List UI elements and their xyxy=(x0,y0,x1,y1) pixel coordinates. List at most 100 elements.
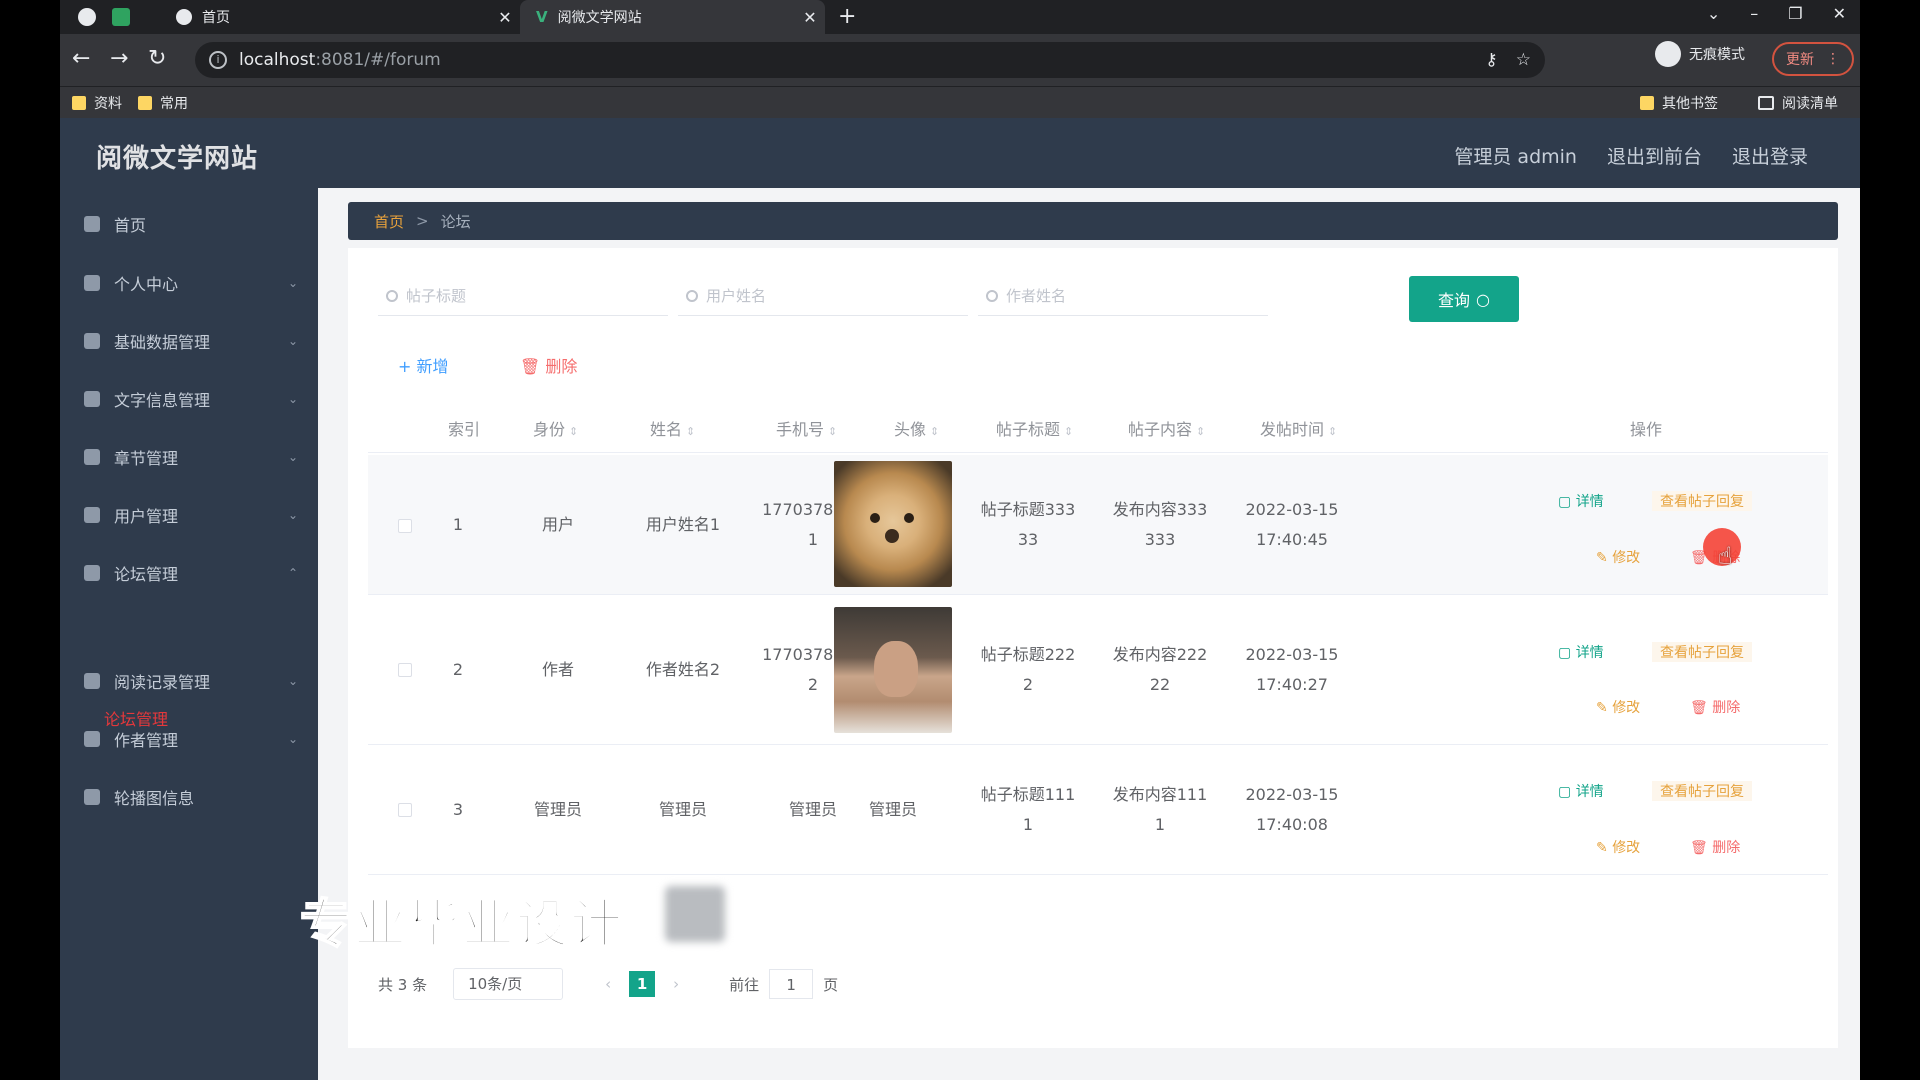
sidebar-item-basic-data[interactable]: 基础数据管理 ⌄ xyxy=(60,316,318,366)
edit-button[interactable]: ✎ 修改 xyxy=(1596,697,1640,717)
col-post-time[interactable]: 发帖时间 ⇕ xyxy=(1260,416,1337,440)
sidebar-item-carousel[interactable]: 轮播图信息 xyxy=(60,772,318,822)
cell-name: 作者姓名2 xyxy=(645,660,721,679)
bookmark-folder[interactable]: 其他书签 xyxy=(1640,93,1718,113)
sidebar-item-personal[interactable]: 个人中心 ⌄ xyxy=(60,258,318,308)
col-post-title[interactable]: 帖子标题 ⇕ xyxy=(996,416,1073,440)
detail-button[interactable]: ▢ 详情 xyxy=(1558,491,1604,511)
sidebar-item-label: 轮播图信息 xyxy=(114,789,195,808)
view-replies-button[interactable]: 查看帖子回复 xyxy=(1652,642,1752,662)
close-icon[interactable]: ✕ xyxy=(490,8,520,27)
add-button[interactable]: + 新增 xyxy=(398,353,449,377)
cell-index: 1 xyxy=(452,515,464,534)
placeholder: 作者姓名 xyxy=(1006,287,1067,305)
page-size-select[interactable]: 10条/页 xyxy=(453,968,564,1000)
sort-icon: ⇕ xyxy=(686,425,696,438)
breadcrumb-home[interactable]: 首页 xyxy=(374,211,404,232)
extension-icon[interactable] xyxy=(112,8,130,26)
reload-icon[interactable]: ↻ xyxy=(148,46,166,71)
row-checkbox[interactable] xyxy=(398,519,412,533)
update-button[interactable]: 更新 ⋮ xyxy=(1772,42,1854,76)
prev-page-icon[interactable]: ‹ xyxy=(595,971,621,997)
key-icon[interactable]: ⚷ xyxy=(1485,50,1497,70)
col-role[interactable]: 身份 ⇕ xyxy=(533,416,578,440)
author-icon xyxy=(84,731,100,747)
folder-icon xyxy=(72,96,86,110)
col-phone[interactable]: 手机号 ⇕ xyxy=(776,416,837,440)
col-label: 帖子标题 xyxy=(996,420,1061,439)
sidebar-item-author[interactable]: 作者管理 ⌄ xyxy=(60,714,318,764)
back-to-front-link[interactable]: 退出到前台 xyxy=(1607,142,1702,169)
cell-time: 17:40:08 xyxy=(1256,815,1328,834)
detail-button[interactable]: ▢ 详情 xyxy=(1558,642,1604,662)
row-checkbox[interactable] xyxy=(398,803,412,817)
chevron-down-icon: ⌄ xyxy=(288,674,299,688)
tab-search-icon[interactable]: ⌄ xyxy=(1707,4,1720,23)
avatar-image[interactable] xyxy=(834,607,952,733)
op-label: 修改 xyxy=(1612,550,1641,566)
col-label: 手机号 xyxy=(776,420,825,439)
author-name-search[interactable]: 作者姓名 xyxy=(978,276,1268,316)
col-post-content[interactable]: 帖子内容 ⇕ xyxy=(1128,416,1205,440)
new-tab-icon[interactable]: + xyxy=(838,4,856,29)
query-button[interactable]: 查询 ○ xyxy=(1409,276,1519,322)
sidebar-item-label: 阅读记录管理 xyxy=(114,673,211,692)
edit-button[interactable]: ✎ 修改 xyxy=(1596,837,1640,857)
page-number[interactable]: 1 xyxy=(629,971,656,997)
cell-role: 管理员 xyxy=(533,800,582,819)
reading-list[interactable]: 阅读清单 xyxy=(1758,93,1838,113)
url-input[interactable]: i localhost :8081/#/forum ⚷ ☆ xyxy=(195,42,1545,78)
browser-menu-icon[interactable] xyxy=(78,8,96,26)
cell-time: 17:40:45 xyxy=(1256,530,1328,549)
op-label: 详情 xyxy=(1575,494,1604,510)
edit-button[interactable]: ✎ 修改 xyxy=(1596,547,1640,567)
sort-icon: ⇕ xyxy=(1064,425,1074,438)
user-name-search[interactable]: 用户姓名 xyxy=(678,276,968,316)
detail-button[interactable]: ▢ 详情 xyxy=(1558,781,1604,801)
close-window-icon[interactable]: ✕ xyxy=(1833,4,1846,23)
info-icon[interactable]: i xyxy=(209,51,227,69)
incognito-indicator[interactable]: 无痕模式 xyxy=(1655,41,1745,67)
goto-page-input[interactable]: 1 xyxy=(769,969,814,999)
table-row: 3 管理员 管理员 管理员 管理员 帖子标题111 1 发布内容111 1 2022… xyxy=(368,745,1828,875)
batch-delete-button[interactable]: 🗑 删除 xyxy=(520,353,577,377)
bookmark-label: 阅读清单 xyxy=(1782,96,1838,112)
delete-button[interactable]: 🗑 删除 xyxy=(1690,697,1740,717)
chevron-up-icon: ⌃ xyxy=(288,566,299,580)
col-avatar[interactable]: 头像 ⇕ xyxy=(894,416,939,440)
sidebar-item-chapter[interactable]: 章节管理 ⌄ xyxy=(60,432,318,482)
minimize-icon[interactable]: – xyxy=(1750,4,1758,23)
logout-link[interactable]: 退出登录 xyxy=(1732,142,1808,169)
post-title-search[interactable]: 帖子标题 xyxy=(378,276,668,316)
forward-icon[interactable]: → xyxy=(110,46,128,71)
row-checkbox[interactable] xyxy=(398,663,412,677)
placeholder: 帖子标题 xyxy=(406,287,467,305)
globe-icon xyxy=(176,9,192,25)
sidebar-item-text-info[interactable]: 文字信息管理 ⌄ xyxy=(60,374,318,424)
sidebar-item-home[interactable]: 首页 xyxy=(60,199,318,249)
bookmark-folder[interactable]: 常用 xyxy=(138,93,188,113)
address-bar: ← → ↻ i localhost :8081/#/forum ⚷ ☆ 无痕模式… xyxy=(60,34,1860,86)
avatar-image[interactable] xyxy=(834,461,952,587)
sidebar-item-forum[interactable]: 论坛管理 ⌃ xyxy=(60,548,318,598)
cell-post-content: 发布内容333 333 xyxy=(1100,495,1220,555)
tab-site[interactable]: V 阅微文学网站 ✕ xyxy=(520,0,825,34)
next-page-icon[interactable]: › xyxy=(663,971,689,997)
sidebar-item-reading-record[interactable]: 阅读记录管理 ⌄ xyxy=(60,656,318,706)
star-icon[interactable]: ☆ xyxy=(1516,50,1531,70)
chevron-down-icon: ⌄ xyxy=(288,392,299,406)
view-replies-button[interactable]: 查看帖子回复 xyxy=(1652,781,1752,801)
restore-icon[interactable]: ❐ xyxy=(1788,4,1802,23)
view-replies-button[interactable]: 查看帖子回复 xyxy=(1652,491,1752,511)
col-name[interactable]: 姓名 ⇕ xyxy=(650,416,695,440)
pointer-hand-icon: ☝ xyxy=(1718,542,1733,570)
delete-button[interactable]: 🗑 删除 xyxy=(1690,837,1740,857)
close-icon[interactable]: ✕ xyxy=(795,8,825,27)
back-icon[interactable]: ← xyxy=(72,46,90,71)
vue-icon: V xyxy=(536,8,548,26)
sidebar-item-user[interactable]: 用户管理 ⌄ xyxy=(60,490,318,540)
bookmark-folder[interactable]: 资料 xyxy=(72,93,122,113)
table-header: 索引 身份 ⇕ 姓名 ⇕ 手机号 ⇕ 头像 ⇕ 帖子标题 ⇕ 帖子内容 ⇕ 发帖时间 ⇕ 操作 xyxy=(368,398,1828,453)
chevron-down-icon: ⌄ xyxy=(288,508,299,522)
tab-home[interactable]: 首页 ✕ xyxy=(160,0,520,34)
